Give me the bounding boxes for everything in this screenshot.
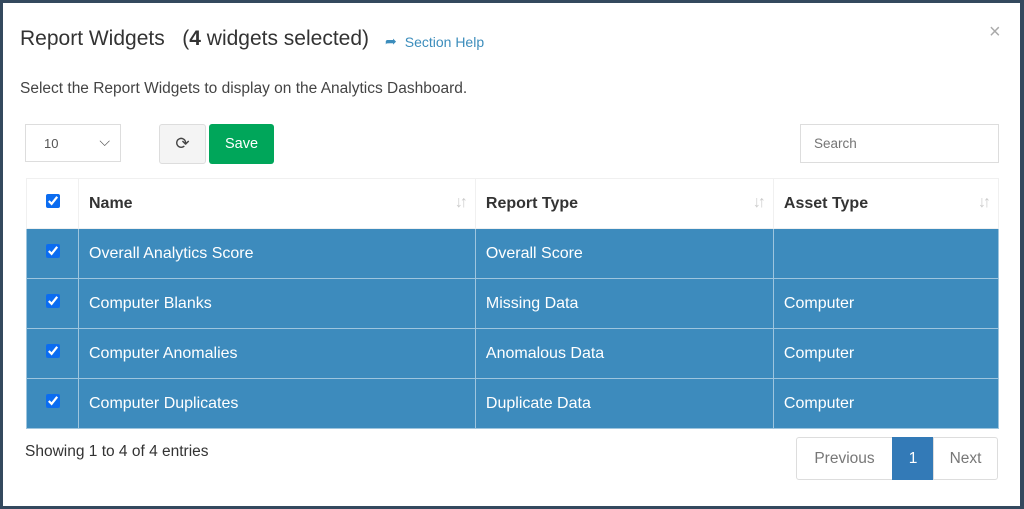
cell-asset-type: Computer — [772, 278, 1000, 329]
table-row[interactable]: Computer Anomalies Anomalous Data Computer — [26, 328, 1000, 379]
row-checkbox[interactable] — [45, 394, 60, 408]
chevron-down-icon: ⌵ — [99, 133, 110, 149]
refresh-button[interactable]: ⟳ — [159, 124, 206, 164]
select-all-checkbox[interactable] — [45, 194, 60, 208]
table-row[interactable]: Computer Duplicates Duplicate Data Compute… — [26, 378, 1000, 429]
previous-button[interactable]: Previous — [796, 437, 893, 480]
cell-report-type: Duplicate Data — [474, 378, 774, 429]
row-checkbox[interactable] — [45, 244, 60, 258]
widgets-table: Name ↓↑ Report Type ↓↑ Asset Type ↓↑ Overal… — [26, 178, 1000, 429]
cell-asset-type — [772, 228, 1000, 279]
entries-info: Showing 1 to 4 of 4 entries — [25, 443, 209, 460]
table-row[interactable]: Overall Analytics Score Overall Score — [26, 228, 1000, 279]
cell-report-type: Anomalous Data — [474, 328, 774, 379]
page-length-select[interactable]: 10 ⌵ — [25, 124, 121, 162]
cell-report-type: Missing Data — [474, 278, 774, 329]
sort-icon: ↓↑ — [454, 194, 468, 211]
row-checkbox[interactable] — [45, 294, 60, 308]
report-widgets-modal: Report Widgets (4 widgets selected) ➦ Sec… — [3, 3, 1020, 506]
column-header-report-type[interactable]: Report Type ↓↑ — [474, 178, 774, 229]
cell-name: Computer Duplicates — [78, 378, 476, 429]
close-button[interactable]: × — [989, 21, 1001, 44]
row-checkbox[interactable] — [45, 344, 60, 358]
modal-title: Report Widgets (4 widgets selected) — [20, 27, 370, 50]
share-arrow-icon: ➦ — [385, 33, 397, 49]
save-button[interactable]: Save — [209, 124, 274, 164]
description: Select the Report Widgets to display on … — [20, 80, 468, 97]
cell-name: Overall Analytics Score — [78, 228, 476, 279]
cell-name: Computer Blanks — [78, 278, 476, 329]
pagination: Previous 1 Next — [796, 437, 998, 480]
sort-icon: ↓↑ — [752, 194, 766, 211]
cell-name: Computer Anomalies — [78, 328, 476, 379]
cell-asset-type: Computer — [772, 328, 1000, 379]
page-1-button[interactable]: 1 — [892, 437, 934, 480]
column-header-name[interactable]: Name ↓↑ — [78, 178, 476, 229]
selected-count: 4 — [189, 27, 201, 50]
search-input[interactable] — [800, 124, 999, 163]
table-row[interactable]: Computer Blanks Missing Data Computer — [26, 278, 1000, 329]
cell-asset-type: Computer — [772, 378, 1000, 429]
column-header-asset-type[interactable]: Asset Type ↓↑ — [772, 178, 1000, 229]
refresh-icon: ⟳ — [175, 134, 190, 153]
section-help-link[interactable]: ➦ Section Help — [385, 33, 484, 50]
sort-icon: ↓↑ — [978, 194, 991, 211]
next-button[interactable]: Next — [933, 437, 998, 480]
cell-report-type: Overall Score — [474, 228, 774, 279]
